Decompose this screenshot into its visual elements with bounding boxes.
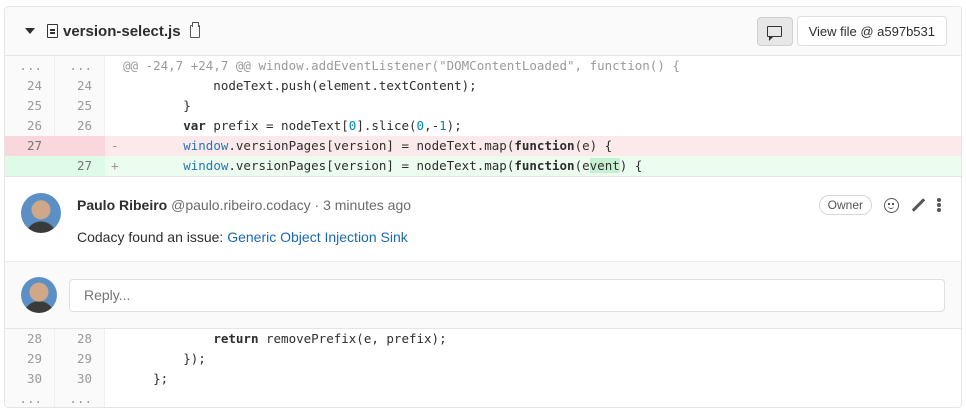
- diff-marker: [105, 349, 117, 369]
- old-line-number[interactable]: ...: [5, 389, 55, 407]
- note-actions: Owner: [818, 195, 941, 215]
- diff-file: version-select.js View file @ a597b531 .…: [4, 6, 962, 408]
- diff-marker: [105, 96, 117, 116]
- line-content: var prefix = nodeText[0].slice(0,-1);: [183, 118, 462, 133]
- note-body: Paulo Ribeiro @paulo.ribeiro.codacy · 3 …: [77, 193, 411, 245]
- diff-lines-bottom: 28 28 return removePrefix(e, prefix); 29 29…: [5, 329, 961, 407]
- line-content: window.versionPages[version] = nodeText.…: [183, 158, 643, 173]
- new-line-number[interactable]: 28: [55, 329, 105, 349]
- file-header: version-select.js View file @ a597b531: [5, 7, 961, 56]
- line-content: window.versionPages[version] = nodeText.…: [183, 138, 613, 153]
- diff-line: 27 - window.versionPages[version] = nodeT…: [5, 136, 961, 156]
- line-content: @@ -24,7 +24,7 @@ window.addEventListene…: [123, 58, 680, 73]
- new-line-number[interactable]: ...: [55, 389, 105, 407]
- line-content: nodeText.push(element.textContent);: [123, 78, 477, 93]
- note-text-prefix: Codacy found an issue:: [77, 229, 228, 245]
- copy-path-icon[interactable]: [189, 21, 200, 38]
- avatar[interactable]: [21, 193, 61, 233]
- note-handle[interactable]: @paulo.ribeiro.codacy: [171, 197, 311, 213]
- note-author[interactable]: Paulo Ribeiro: [77, 197, 167, 213]
- new-line-number[interactable]: [55, 136, 105, 156]
- diff-line: 25 25 }: [5, 96, 961, 116]
- diff-line: 24 24 nodeText.push(element.textContent);: [5, 76, 961, 96]
- old-line-number[interactable]: [5, 156, 55, 176]
- note-header: Paulo Ribeiro @paulo.ribeiro.codacy · 3 …: [77, 197, 411, 213]
- diff-line: 30 30 };: [5, 369, 961, 389]
- view-file-button[interactable]: View file @ a597b531: [796, 16, 947, 46]
- diff-marker: [105, 369, 117, 389]
- diff-marker: [105, 56, 117, 76]
- diff-lines-top: ...... @@ -24,7 +24,7 @@ window.addEventL…: [5, 56, 961, 176]
- line-content: return removePrefix(e, prefix);: [213, 331, 447, 346]
- issue-link[interactable]: Generic Object Injection Sink: [227, 229, 408, 245]
- line-content: };: [123, 371, 169, 386]
- diff-marker: -: [111, 138, 119, 153]
- discussion: Paulo Ribeiro @paulo.ribeiro.codacy · 3 …: [5, 176, 961, 329]
- note-separator: ·: [310, 197, 324, 213]
- current-user-avatar: [21, 277, 57, 313]
- toggle-comments-button[interactable]: [756, 16, 793, 46]
- chevron-down-icon[interactable]: [25, 28, 35, 34]
- diff-marker: [105, 76, 117, 96]
- old-line-number[interactable]: 24: [5, 76, 55, 96]
- diff-line: 26 26 var prefix = nodeText[0].slice(0,-1…: [5, 116, 961, 136]
- new-line-number[interactable]: 27: [55, 156, 105, 176]
- new-line-number[interactable]: ...: [55, 56, 105, 76]
- diff-marker: [105, 116, 117, 136]
- diff-marker: [105, 389, 117, 407]
- emoji-reaction-icon[interactable]: [884, 197, 899, 213]
- old-line-number[interactable]: 25: [5, 96, 55, 116]
- line-content: [117, 389, 123, 407]
- header-actions: View file @ a597b531: [756, 16, 947, 46]
- old-line-number[interactable]: 27: [5, 136, 55, 156]
- new-line-number[interactable]: 24: [55, 76, 105, 96]
- old-line-number[interactable]: ...: [5, 56, 55, 76]
- new-line-number[interactable]: 30: [55, 369, 105, 389]
- old-line-number[interactable]: 30: [5, 369, 55, 389]
- comment-icon: [767, 25, 783, 41]
- diff-line: ......: [5, 389, 961, 407]
- edit-icon[interactable]: [911, 198, 925, 212]
- new-line-number[interactable]: 25: [55, 96, 105, 116]
- old-line-number[interactable]: 29: [5, 349, 55, 369]
- line-content: });: [123, 351, 206, 366]
- diff-line: 29 29 });: [5, 349, 961, 369]
- diff-marker: +: [111, 158, 119, 173]
- note-text: Codacy found an issue: Generic Object In…: [77, 229, 411, 245]
- note: Paulo Ribeiro @paulo.ribeiro.codacy · 3 …: [5, 177, 961, 261]
- note-time[interactable]: 3 minutes ago: [323, 197, 411, 213]
- more-actions-icon[interactable]: [937, 198, 941, 212]
- file-name[interactable]: version-select.js: [63, 23, 181, 40]
- reply-area: [5, 261, 961, 328]
- old-line-number[interactable]: 28: [5, 329, 55, 349]
- diff-line: 27 + window.versionPages[version] = nodeT…: [5, 156, 961, 176]
- new-line-number[interactable]: 29: [55, 349, 105, 369]
- reply-input[interactable]: [69, 278, 945, 312]
- old-line-number[interactable]: 26: [5, 116, 55, 136]
- diff-marker: [105, 329, 117, 349]
- new-line-number[interactable]: 26: [55, 116, 105, 136]
- line-content: }: [123, 98, 191, 113]
- diff-line: 28 28 return removePrefix(e, prefix);: [5, 329, 961, 349]
- diff-line: ...... @@ -24,7 +24,7 @@ window.addEventL…: [5, 56, 961, 76]
- owner-badge: Owner: [818, 195, 872, 215]
- file-icon: [47, 24, 58, 38]
